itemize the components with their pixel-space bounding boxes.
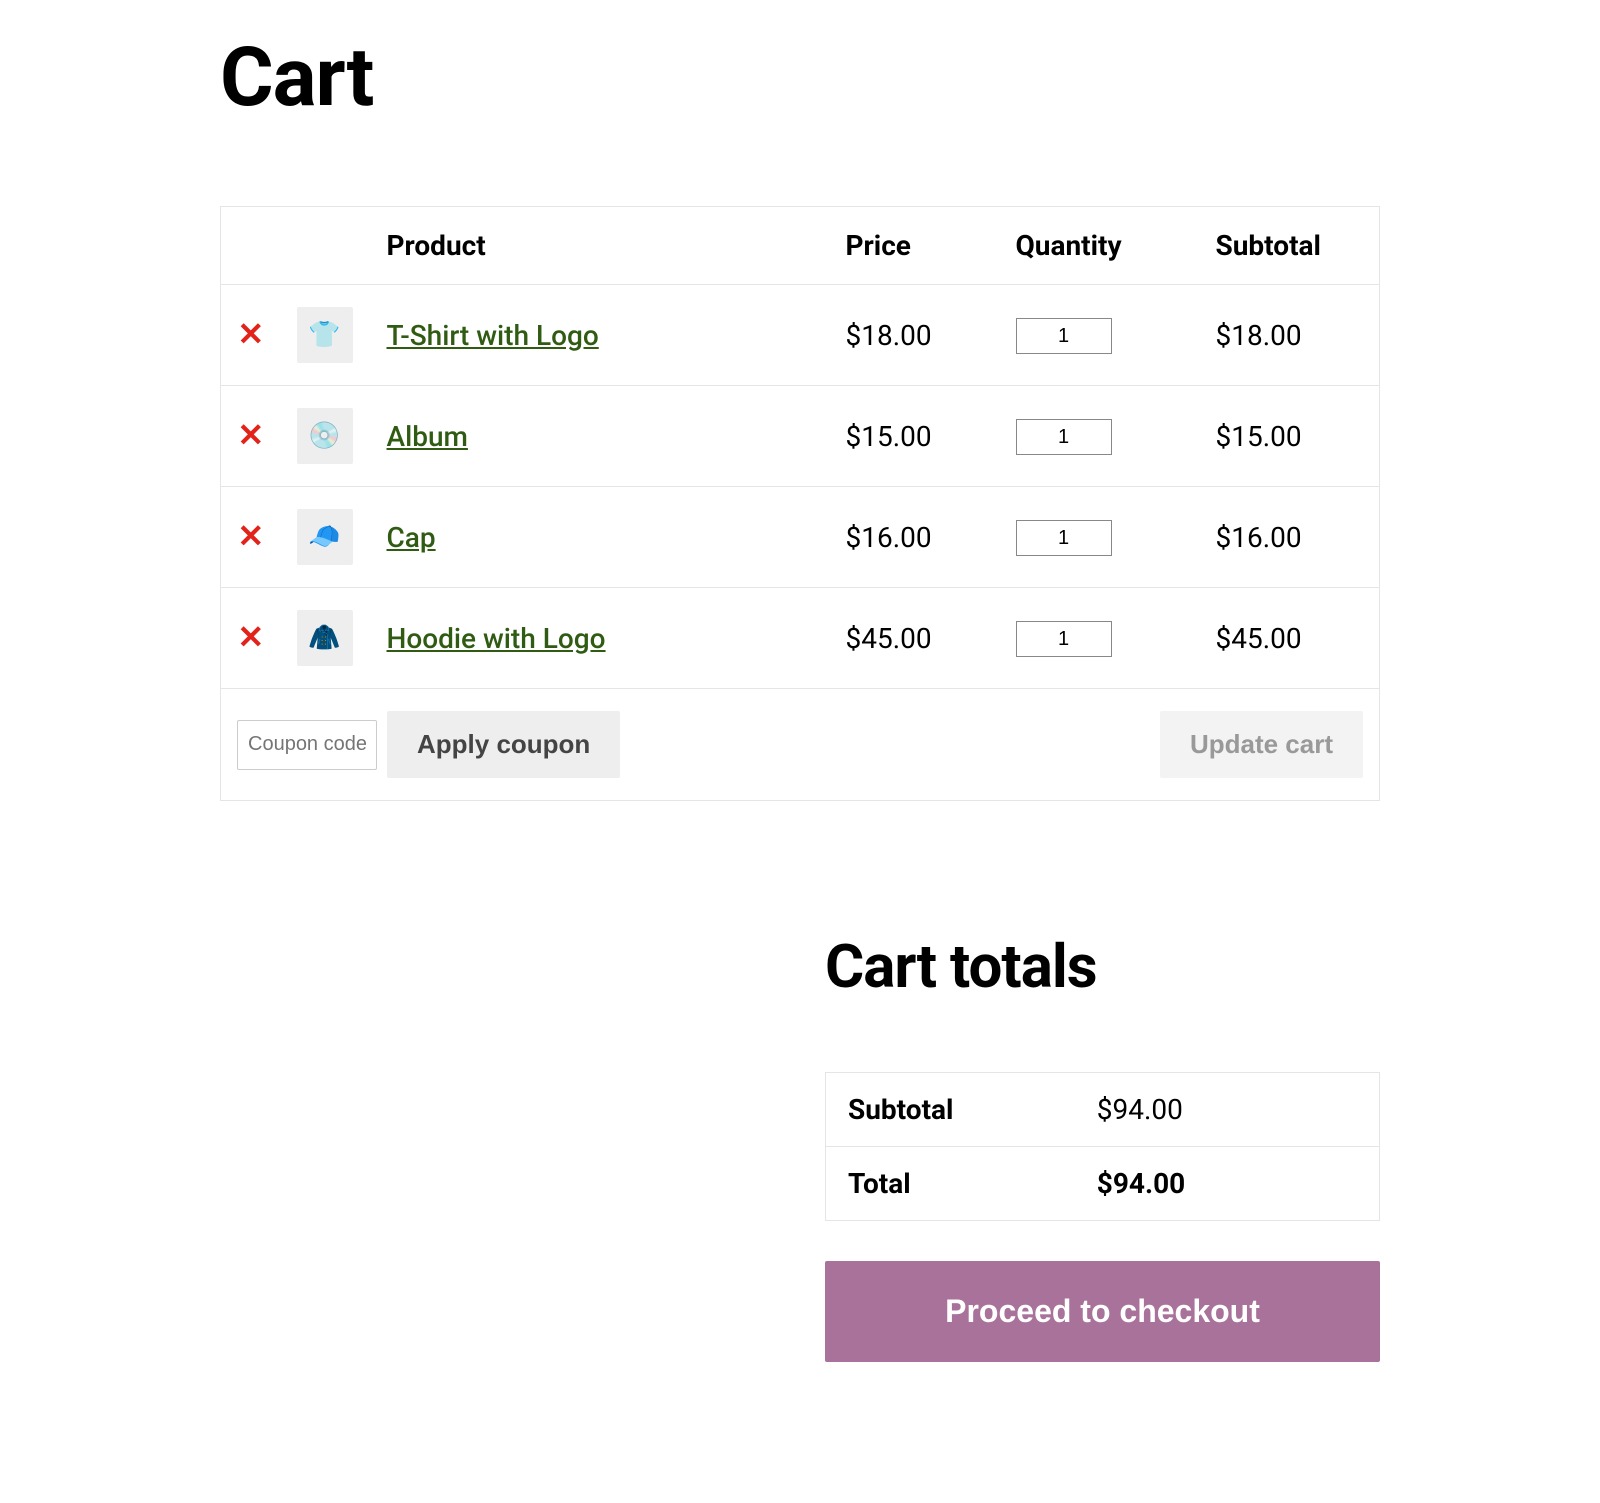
table-row: ✕ 🧢 Cap $16.00 $16.00 <box>221 487 1380 588</box>
table-row: ✕ 🧥 Hoodie with Logo $45.00 $45.00 <box>221 588 1380 689</box>
header-product: Product <box>371 207 830 285</box>
product-link[interactable]: Album <box>387 420 468 453</box>
cart-actions-row: Apply coupon Update cart <box>221 689 1380 801</box>
header-subtotal: Subtotal <box>1200 207 1380 285</box>
remove-icon[interactable]: ✕ <box>237 621 265 653</box>
product-link[interactable]: Cap <box>387 521 436 554</box>
total-row: Total $94.00 <box>826 1147 1380 1221</box>
product-thumbnail[interactable]: 👕 <box>297 307 353 363</box>
quantity-input[interactable] <box>1016 419 1112 455</box>
cart-table: Product Price Quantity Subtotal ✕ 👕 T-Sh… <box>220 206 1380 801</box>
remove-icon[interactable]: ✕ <box>237 419 265 451</box>
cart-totals-section: Cart totals Subtotal $94.00 Total $94.00… <box>825 931 1380 1362</box>
header-price: Price <box>830 207 1000 285</box>
product-subtotal: $16.00 <box>1200 487 1380 588</box>
product-subtotal: $15.00 <box>1200 386 1380 487</box>
coupon-input[interactable] <box>237 720 377 770</box>
quantity-input[interactable] <box>1016 520 1112 556</box>
total-label: Total <box>826 1147 1075 1221</box>
remove-icon[interactable]: ✕ <box>237 318 265 350</box>
total-value: $94.00 <box>1075 1147 1380 1221</box>
product-price: $18.00 <box>830 285 1000 386</box>
product-link[interactable]: T-Shirt with Logo <box>387 319 599 352</box>
apply-coupon-button[interactable]: Apply coupon <box>387 711 620 778</box>
header-remove <box>221 207 281 285</box>
product-subtotal: $45.00 <box>1200 588 1380 689</box>
remove-icon[interactable]: ✕ <box>237 520 265 552</box>
subtotal-value: $94.00 <box>1075 1073 1380 1147</box>
cart-totals-title: Cart totals <box>825 931 1380 1002</box>
quantity-input[interactable] <box>1016 621 1112 657</box>
product-subtotal: $18.00 <box>1200 285 1380 386</box>
product-price: $15.00 <box>830 386 1000 487</box>
product-price: $45.00 <box>830 588 1000 689</box>
subtotal-row: Subtotal $94.00 <box>826 1073 1380 1147</box>
quantity-input[interactable] <box>1016 318 1112 354</box>
header-thumbnail <box>281 207 371 285</box>
product-thumbnail[interactable]: 💿 <box>297 408 353 464</box>
page-title: Cart <box>220 30 1380 126</box>
cart-totals-table: Subtotal $94.00 Total $94.00 <box>825 1072 1380 1221</box>
table-row: ✕ 👕 T-Shirt with Logo $18.00 $18.00 <box>221 285 1380 386</box>
product-link[interactable]: Hoodie with Logo <box>387 622 606 655</box>
update-cart-button[interactable]: Update cart <box>1160 711 1363 778</box>
table-row: ✕ 💿 Album $15.00 $15.00 <box>221 386 1380 487</box>
proceed-to-checkout-button[interactable]: Proceed to checkout <box>825 1261 1380 1362</box>
subtotal-label: Subtotal <box>826 1073 1075 1147</box>
product-thumbnail[interactable]: 🧢 <box>297 509 353 565</box>
product-price: $16.00 <box>830 487 1000 588</box>
product-thumbnail[interactable]: 🧥 <box>297 610 353 666</box>
header-quantity: Quantity <box>1000 207 1200 285</box>
